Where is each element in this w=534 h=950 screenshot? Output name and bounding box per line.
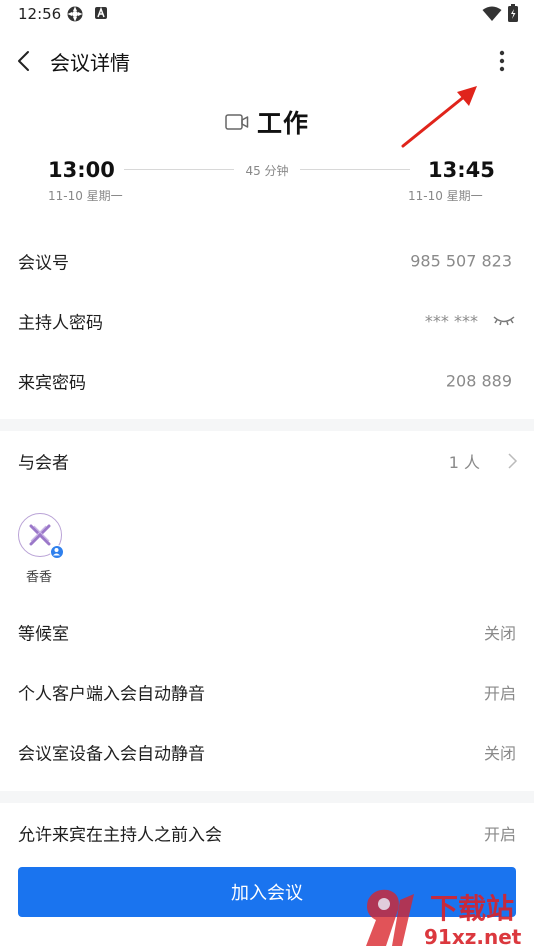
room-mute-row: 会议室设备入会自动静音 关闭 <box>0 722 534 782</box>
waiting-room-label: 等候室 <box>18 624 69 645</box>
end-date: 11-10 星期一 <box>408 189 483 203</box>
host-password-value: *** *** <box>424 311 478 331</box>
section-divider-2 <box>0 791 534 803</box>
participants-row[interactable]: 与会者 1 人 <box>0 431 534 491</box>
meeting-id-row[interactable]: 会议号 985 507 823 <box>0 231 534 291</box>
waiting-room-value: 关闭 <box>483 624 516 643</box>
watermark-brand-text: 下载站 <box>430 892 514 925</box>
personal-mute-value: 开启 <box>483 684 516 703</box>
sync-icon <box>67 6 83 22</box>
page-title: 会议详情 <box>50 51 130 75</box>
participant-avatar[interactable] <box>18 513 64 559</box>
status-bar: 12:56 <box>0 0 534 28</box>
avatar-logo-icon <box>29 524 51 546</box>
host-password-row: 主持人密码 *** *** <box>0 291 534 351</box>
video-camera-icon <box>225 114 249 130</box>
duration-line-right <box>300 169 410 170</box>
meeting-duration: 45 分钟 <box>245 164 289 178</box>
room-mute-value: 关闭 <box>483 744 516 763</box>
early-join-value: 开启 <box>483 825 516 844</box>
wifi-icon <box>482 6 502 21</box>
user-badge-icon <box>50 545 64 559</box>
duration-line-left <box>124 169 234 170</box>
room-mute-label: 会议室设备入会自动静音 <box>18 744 205 765</box>
more-vertical-icon[interactable] <box>490 48 514 74</box>
chevron-right-icon <box>508 453 518 469</box>
guest-password-row[interactable]: 来宾密码 208 889 <box>0 351 534 411</box>
host-password-label: 主持人密码 <box>18 313 103 334</box>
personal-mute-row: 个人客户端入会自动静音 开启 <box>0 662 534 722</box>
guest-password-value: 208 889 <box>445 371 512 391</box>
meeting-id-label: 会议号 <box>18 253 69 274</box>
meeting-title: 工作 <box>256 109 309 138</box>
watermark-domain-text: 91xz.net <box>424 925 522 949</box>
start-time: 13:00 <box>48 158 115 182</box>
meeting-title-row: 工作 <box>0 104 534 140</box>
keyboard-a-icon <box>95 6 107 19</box>
early-join-label: 允许来宾在主持人之前入会 <box>18 825 222 846</box>
section-divider <box>0 419 534 431</box>
waiting-room-row: 等候室 关闭 <box>0 602 534 662</box>
guest-password-label: 来宾密码 <box>18 373 86 394</box>
meeting-id-value: 985 507 823 <box>410 251 512 271</box>
early-join-row: 允许来宾在主持人之前入会 开启 <box>0 803 534 863</box>
eye-closed-icon[interactable] <box>492 314 516 328</box>
participant-name: 香香 <box>26 570 53 585</box>
end-time: 13:45 <box>428 158 495 182</box>
app-header: 会议详情 <box>0 38 534 86</box>
personal-mute-label: 个人客户端入会自动静音 <box>18 684 205 705</box>
back-arrow-icon[interactable] <box>12 48 38 74</box>
participants-label: 与会者 <box>18 453 69 474</box>
watermark-logo: 下载站 91xz.net <box>366 889 522 949</box>
battery-icon <box>508 4 518 22</box>
participants-count: 1 人 <box>448 453 480 472</box>
status-time: 12:56 <box>18 5 62 23</box>
start-date: 11-10 星期一 <box>48 189 123 203</box>
